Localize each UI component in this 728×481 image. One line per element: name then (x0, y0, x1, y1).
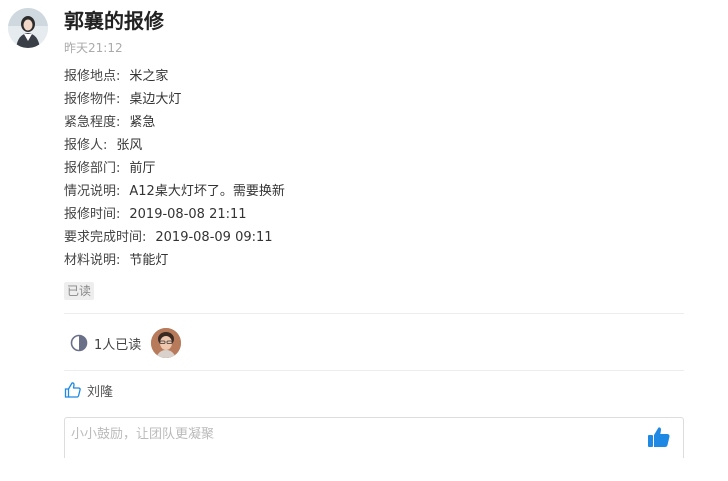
field-value: 张风 (116, 138, 143, 153)
repair-fields: 报修地点: 米之家 报修物件: 桌边大灯 紧急程度: 紧急 报修人: 张风 报修部门: 前… (64, 65, 664, 272)
field-due-time: 要求完成时间: 2019-08-09 09:11 (64, 226, 664, 249)
field-location: 报修地点: 米之家 (64, 65, 664, 88)
field-value: A12桌大灯坏了。需要换新 (129, 184, 285, 199)
field-label: 情况说明: (64, 184, 121, 199)
post-title: 郭襄的报修 (64, 9, 164, 33)
comment-box (64, 417, 684, 458)
post-time: 昨天21:12 (64, 41, 123, 55)
readers-section[interactable]: 1人已读 (70, 327, 182, 359)
field-label: 报修部门: (64, 161, 121, 176)
field-label: 报修人: (64, 138, 108, 153)
likes-section: 刘隆 (64, 380, 113, 400)
field-materials: 材料说明: 节能灯 (64, 249, 664, 272)
field-item: 报修物件: 桌边大灯 (64, 88, 664, 111)
field-value: 前厅 (129, 161, 156, 176)
thumbs-up-filled-icon[interactable] (647, 425, 671, 449)
field-reporter: 报修人: 张风 (64, 134, 664, 157)
field-label: 报修地点: (64, 69, 121, 84)
field-label: 报修物件: (64, 92, 121, 107)
field-label: 要求完成时间: (64, 230, 147, 245)
field-value: 2019-08-09 09:11 (155, 230, 273, 245)
reader-avatar[interactable] (151, 328, 182, 358)
poster-avatar[interactable] (8, 8, 48, 48)
field-label: 材料说明: (64, 253, 121, 268)
field-value: 米之家 (129, 69, 169, 84)
avatar-image (8, 8, 48, 48)
thumbs-up-outline-icon (64, 381, 82, 399)
field-value: 紧急 (129, 115, 156, 130)
field-value: 节能灯 (129, 253, 169, 268)
field-label: 报修时间: (64, 207, 121, 222)
field-description: 情况说明: A12桌大灯坏了。需要换新 (64, 180, 664, 203)
divider (64, 313, 684, 314)
field-label: 紧急程度: (64, 115, 121, 130)
field-report-time: 报修时间: 2019-08-08 21:11 (64, 203, 664, 226)
divider (64, 370, 684, 371)
field-department: 报修部门: 前厅 (64, 157, 664, 180)
read-status-badge: 已读 (64, 282, 95, 300)
field-value: 2019-08-08 21:11 (129, 207, 247, 222)
half-circle-icon (70, 334, 88, 352)
field-value: 桌边大灯 (129, 92, 182, 107)
comment-input[interactable] (71, 424, 631, 444)
readers-count[interactable]: 1人已读 (94, 334, 141, 353)
field-urgency: 紧急程度: 紧急 (64, 111, 664, 134)
like-user-name[interactable]: 刘隆 (87, 381, 113, 400)
